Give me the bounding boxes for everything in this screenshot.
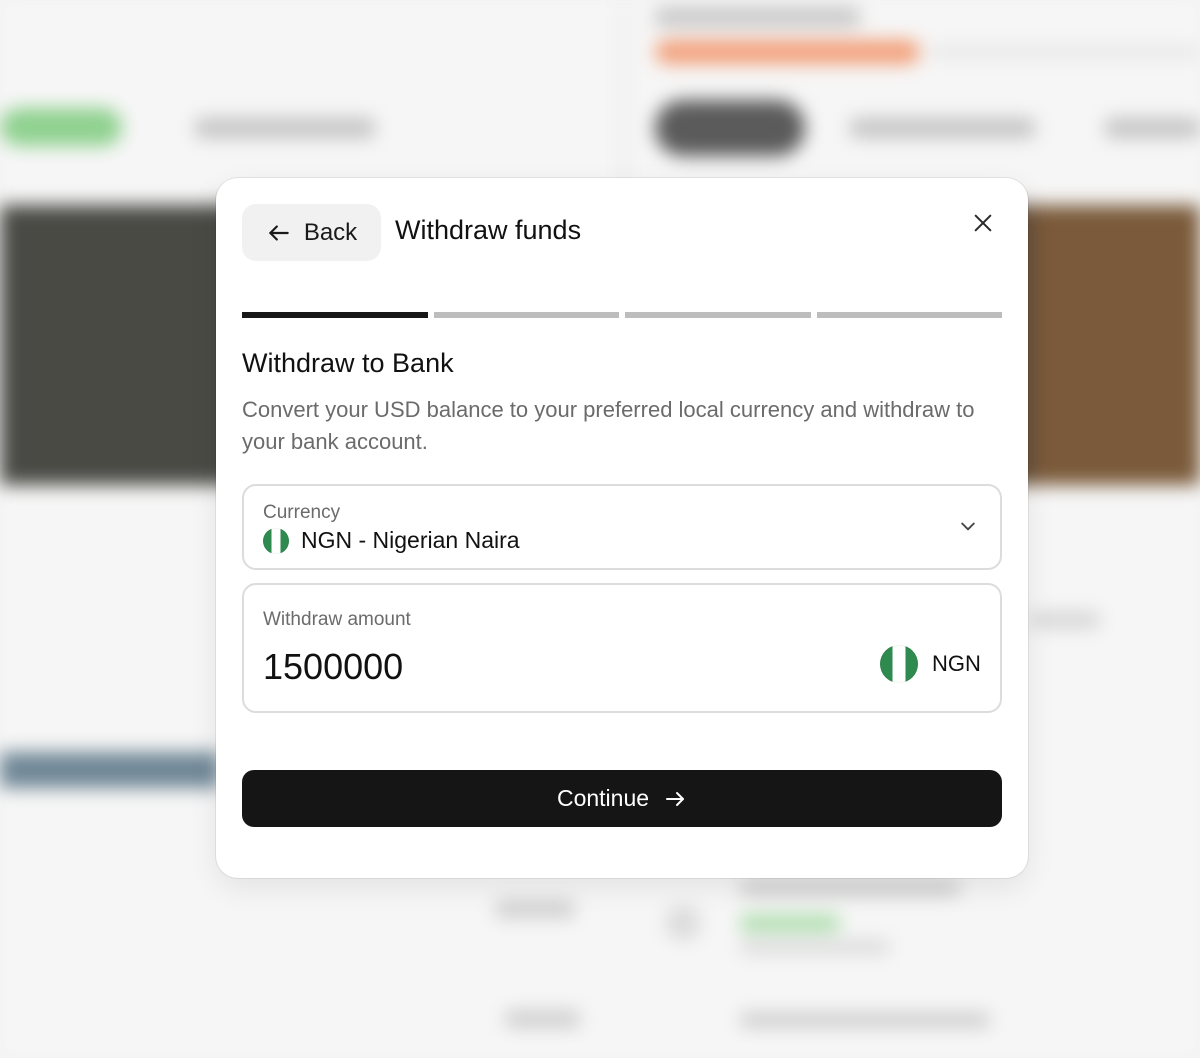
step-progress	[242, 312, 1002, 318]
currency-label: Currency	[263, 502, 341, 523]
withdraw-amount-input[interactable]	[263, 643, 823, 691]
back-button[interactable]: Back	[242, 204, 381, 261]
chevron-down-icon[interactable]	[958, 516, 978, 536]
currency-select[interactable]: Currency NGN - Nigerian Naira	[242, 484, 1002, 570]
close-icon	[974, 214, 992, 232]
arrow-right-icon	[666, 791, 685, 806]
nigeria-flag-icon	[880, 645, 918, 683]
step-indicator-1	[242, 312, 428, 318]
withdraw-modal: Back Withdraw funds Withdraw to Bank Con…	[216, 178, 1028, 878]
modal-title: Withdraw funds	[395, 215, 582, 245]
continue-button-label: Continue	[556, 785, 650, 811]
step-indicator-2	[433, 312, 619, 318]
section-description: Convert your USD balance to your preferr…	[242, 397, 975, 454]
close-button[interactable]	[968, 208, 998, 238]
step-indicator-3	[625, 312, 811, 318]
arrow-left-icon	[269, 224, 289, 241]
withdraw-amount-label: Withdraw amount	[263, 609, 411, 630]
currency-value: NGN - Nigerian Naira	[301, 527, 520, 553]
continue-button[interactable]: Continue	[242, 770, 1002, 827]
nigeria-flag-icon	[263, 528, 289, 554]
back-button-label: Back	[303, 218, 358, 246]
amount-currency-code: NGN	[932, 651, 981, 676]
section-title: Withdraw to Bank	[242, 348, 454, 378]
step-indicator-4	[816, 312, 1002, 318]
withdraw-amount-field: Withdraw amount NGN	[242, 583, 1002, 713]
